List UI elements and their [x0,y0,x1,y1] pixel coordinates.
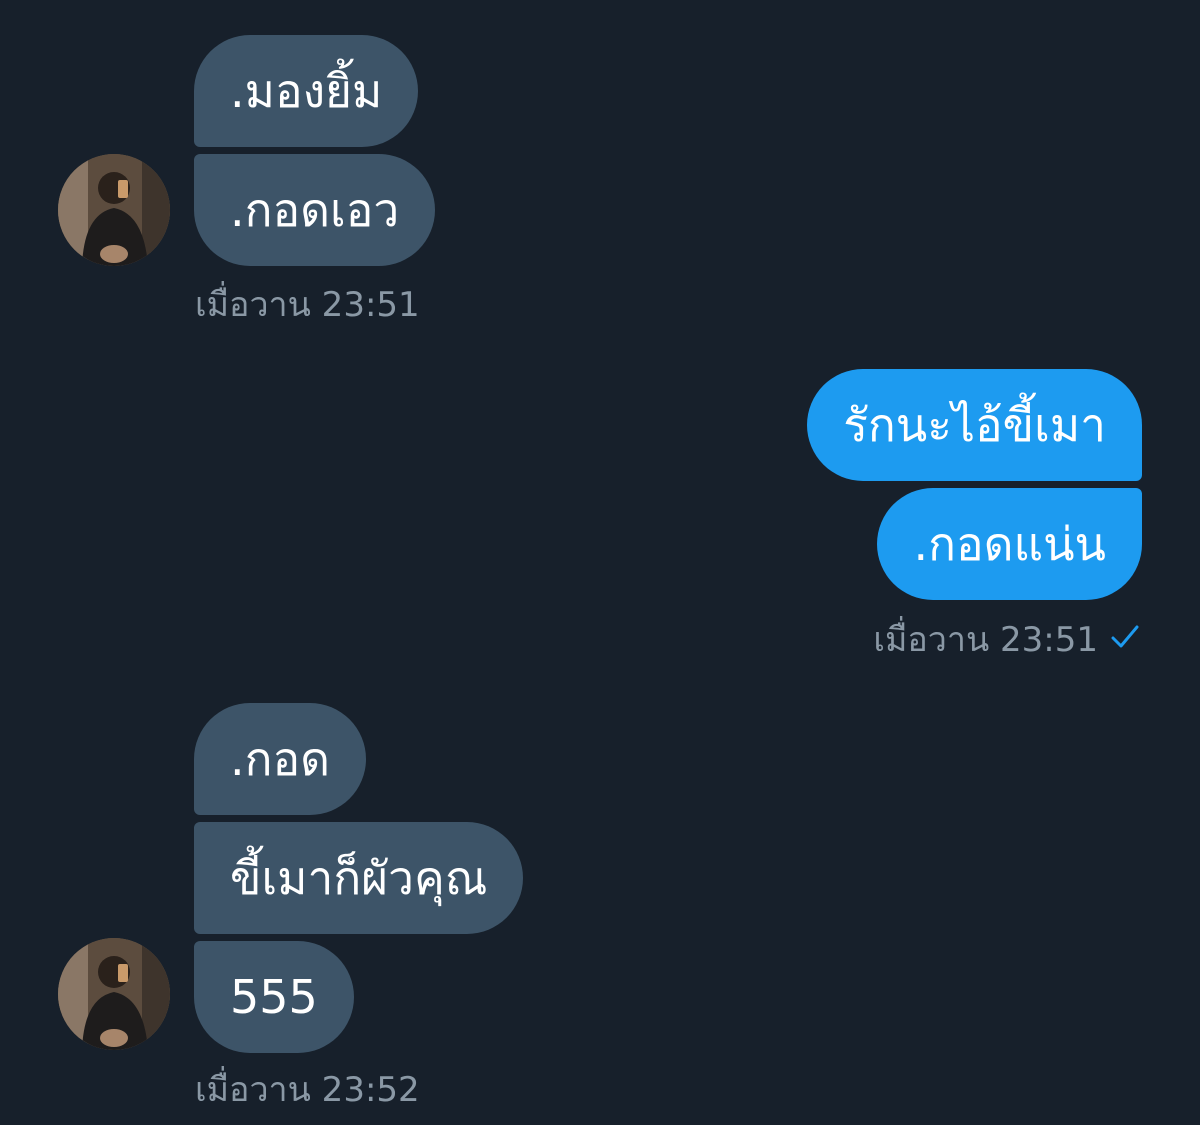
avatar-image [58,154,170,266]
message-bubble-incoming[interactable]: .มองยิ้ม [194,35,419,147]
message-bubble-incoming[interactable]: 555 [194,941,354,1053]
message-timestamp: เมื่อวาน 23:51 [195,285,420,325]
checkmark-icon [1110,622,1140,658]
message-bubble-incoming[interactable]: .กอด [194,703,366,815]
message-text: 555 [230,970,318,1024]
message-bubble-outgoing[interactable]: .กอดแน่น [877,488,1142,600]
message-bubble-incoming[interactable]: ขี้เมาก็ผัวคุณ [194,822,524,934]
message-text: รักนะไอ้ขี้เมา [843,398,1106,452]
message-timestamp-row: เมื่อวาน 23:51 [873,622,1140,658]
message-text: ขี้เมาก็ผัวคุณ [230,851,488,905]
message-timestamp: เมื่อวาน 23:51 [873,620,1098,660]
message-bubble-incoming[interactable]: .กอดเอว [194,154,436,266]
avatar[interactable] [58,154,170,266]
avatar[interactable] [58,938,170,1050]
message-text: .มองยิ้ม [230,64,383,118]
message-text: .กอดเอว [230,183,400,237]
message-bubble-outgoing[interactable]: รักนะไอ้ขี้เมา [807,369,1142,481]
avatar-image [58,938,170,1050]
message-timestamp: เมื่อวาน 23:52 [195,1070,420,1110]
message-text: .กอดแน่น [913,517,1106,571]
message-text: .กอด [230,732,330,786]
